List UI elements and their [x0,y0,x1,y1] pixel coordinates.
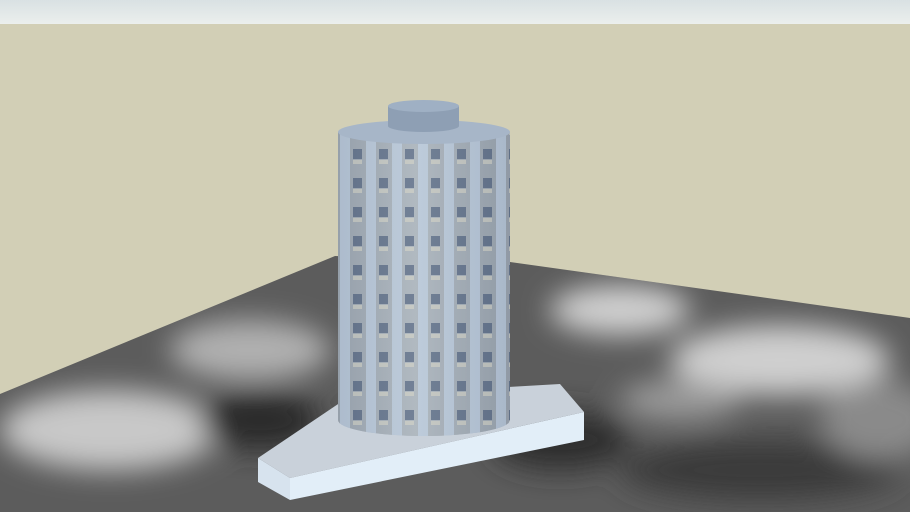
top-bar [0,0,910,24]
cylindrical-tower [338,100,510,436]
3d-model-viewport[interactable] [0,0,910,512]
roof-cap [388,100,459,132]
